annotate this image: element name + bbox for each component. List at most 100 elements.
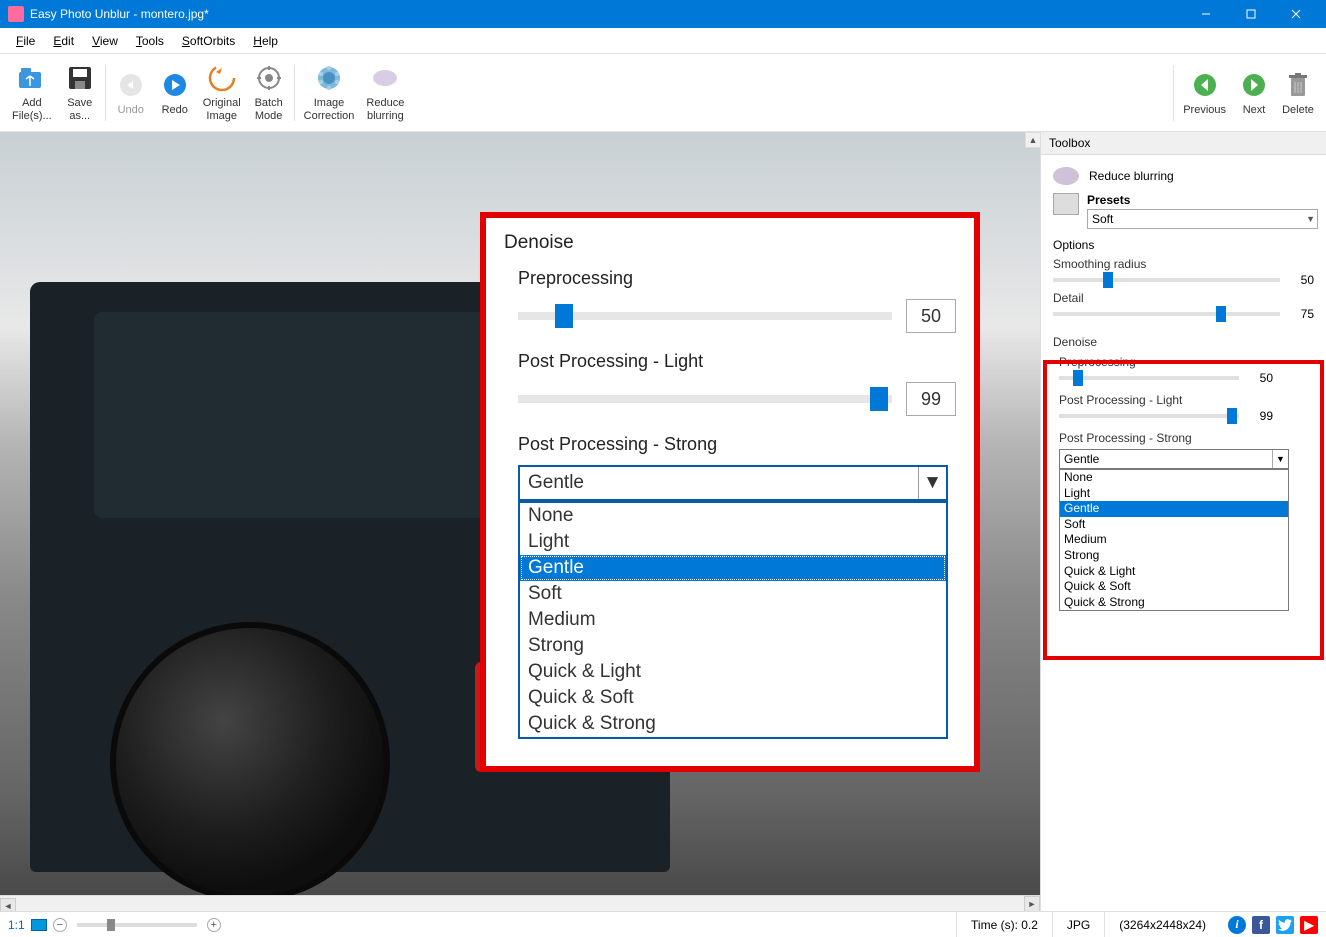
- add-files-icon: [16, 62, 48, 94]
- add-files-button[interactable]: Add File(s)...: [6, 57, 58, 129]
- horizontal-scrollbar[interactable]: ◄ ►: [0, 895, 1040, 911]
- dropdown-option[interactable]: Light: [520, 529, 946, 555]
- dropdown-option[interactable]: Quick & Soft: [520, 685, 946, 711]
- delete-button[interactable]: Delete: [1276, 57, 1320, 129]
- toolbox-panel: ▲ Toolbox Reduce blurring Presets Soft ▼…: [1040, 132, 1326, 911]
- image-correction-button[interactable]: Image Correction: [298, 57, 361, 129]
- menu-softorbits[interactable]: SoftOrbits: [174, 31, 243, 51]
- minimize-button[interactable]: [1183, 0, 1228, 28]
- dropdown-option[interactable]: Strong: [1060, 548, 1288, 564]
- chevron-down-icon: ▼: [918, 467, 946, 499]
- delete-icon: [1282, 69, 1314, 101]
- menu-help[interactable]: Help: [245, 31, 286, 51]
- dropdown-option[interactable]: Quick & Strong: [1060, 595, 1288, 611]
- redo-button[interactable]: Redo: [153, 57, 197, 129]
- undo-button: Undo: [109, 57, 153, 129]
- rp-postlight-value[interactable]: 99: [1245, 409, 1273, 423]
- toolbar-separator: [294, 65, 295, 121]
- presets-select[interactable]: Soft ▼: [1087, 209, 1318, 229]
- facebook-icon[interactable]: f: [1252, 916, 1270, 934]
- dropdown-option[interactable]: None: [520, 503, 946, 529]
- dropdown-option[interactable]: Gentle: [1060, 501, 1288, 517]
- smoothing-slider[interactable]: [1053, 278, 1280, 282]
- scroll-right-button[interactable]: ►: [1024, 896, 1040, 911]
- next-button[interactable]: Next: [1232, 57, 1276, 129]
- dropdown-option[interactable]: Quick & Light: [1060, 564, 1288, 580]
- status-time: Time (s): 0.2: [956, 912, 1052, 937]
- presets-label: Presets: [1087, 193, 1318, 207]
- scroll-up-button[interactable]: ▲: [1025, 132, 1041, 148]
- fit-screen-icon[interactable]: [31, 919, 47, 931]
- preprocessing-slider[interactable]: [518, 312, 892, 320]
- current-tool: Reduce blurring: [1049, 161, 1318, 191]
- postlight-value[interactable]: 99: [906, 382, 956, 416]
- twitter-icon[interactable]: [1276, 916, 1294, 934]
- status-dimensions: (3264x2448x24): [1104, 912, 1220, 937]
- dropdown-option[interactable]: Strong: [520, 633, 946, 659]
- correction-icon: [313, 62, 345, 94]
- undo-icon: [115, 69, 147, 101]
- zoom-ratio[interactable]: 1:1: [8, 918, 25, 932]
- poststrong-dropdown-list[interactable]: NoneLightGentleSoftMediumStrongQuick & L…: [518, 501, 948, 739]
- dropdown-option[interactable]: Soft: [520, 581, 946, 607]
- rp-poststrong-combo[interactable]: Gentle ▼: [1059, 449, 1289, 469]
- dropdown-option[interactable]: Medium: [520, 607, 946, 633]
- main-area: Denoise Preprocessing 50 Post Processing…: [0, 132, 1326, 911]
- overlay-title: Denoise: [504, 232, 956, 254]
- detail-value[interactable]: 75: [1286, 307, 1314, 321]
- menu-view[interactable]: View: [84, 31, 126, 51]
- poststrong-combo[interactable]: Gentle ▼: [518, 465, 948, 501]
- zoom-in-button[interactable]: +: [207, 918, 221, 932]
- dropdown-option[interactable]: Quick & Light: [520, 659, 946, 685]
- save-as-button[interactable]: Save as...: [58, 57, 102, 129]
- menu-file[interactable]: File: [8, 31, 43, 51]
- info-icon[interactable]: i: [1228, 916, 1246, 934]
- detail-slider[interactable]: [1053, 312, 1280, 316]
- presets-icon: [1053, 193, 1079, 215]
- smoothing-value[interactable]: 50: [1286, 273, 1314, 287]
- toolbar: Add File(s)... Save as... Undo Redo Orig…: [0, 54, 1326, 132]
- reduce-blurring-button[interactable]: Reduce blurring: [360, 57, 410, 129]
- denoise-overlay: Denoise Preprocessing 50 Post Processing…: [480, 212, 980, 772]
- rp-poststrong-label: Post Processing - Strong: [1059, 431, 1308, 445]
- dropdown-option[interactable]: Medium: [1060, 532, 1288, 548]
- batch-mode-button[interactable]: Batch Mode: [247, 57, 291, 129]
- dropdown-option[interactable]: Light: [1060, 486, 1288, 502]
- dropdown-option[interactable]: Quick & Strong: [520, 711, 946, 737]
- zoom-out-button[interactable]: −: [53, 918, 67, 932]
- youtube-icon[interactable]: ▶: [1300, 916, 1318, 934]
- chevron-down-icon: ▼: [1272, 450, 1288, 468]
- poststrong-label: Post Processing - Strong: [518, 434, 956, 455]
- postlight-slider[interactable]: [518, 395, 892, 403]
- dropdown-option[interactable]: None: [1060, 470, 1288, 486]
- blur-icon: [1053, 167, 1079, 185]
- postlight-label: Post Processing - Light: [518, 351, 956, 372]
- denoise-section-label: Denoise: [1053, 335, 1308, 349]
- close-button[interactable]: [1273, 0, 1318, 28]
- smoothing-label: Smoothing radius: [1053, 257, 1314, 271]
- rp-postlight-slider[interactable]: [1059, 414, 1239, 418]
- zoom-slider[interactable]: [77, 923, 197, 927]
- window-title: Easy Photo Unblur - montero.jpg*: [30, 7, 1183, 21]
- rp-preproc-slider[interactable]: [1059, 376, 1239, 380]
- previous-button[interactable]: Previous: [1177, 57, 1232, 129]
- detail-label: Detail: [1053, 291, 1314, 305]
- toolbar-separator: [105, 65, 106, 121]
- rp-preproc-label: Preprocessing: [1059, 355, 1308, 369]
- original-image-button[interactable]: Original Image: [197, 57, 247, 129]
- preprocessing-value[interactable]: 50: [906, 299, 956, 333]
- dropdown-option[interactable]: Quick & Soft: [1060, 579, 1288, 595]
- dropdown-option[interactable]: Soft: [1060, 517, 1288, 533]
- scroll-left-button[interactable]: ◄: [0, 898, 16, 911]
- batch-icon: [253, 62, 285, 94]
- status-format: JPG: [1052, 912, 1104, 937]
- dropdown-option[interactable]: Gentle: [520, 555, 946, 581]
- rp-preproc-value[interactable]: 50: [1245, 371, 1273, 385]
- menu-edit[interactable]: Edit: [45, 31, 82, 51]
- image-viewport[interactable]: Denoise Preprocessing 50 Post Processing…: [0, 132, 1040, 911]
- rp-poststrong-list[interactable]: NoneLightGentleSoftMediumStrongQuick & L…: [1059, 469, 1289, 611]
- preprocessing-label: Preprocessing: [518, 268, 956, 289]
- menu-tools[interactable]: Tools: [128, 31, 172, 51]
- maximize-button[interactable]: [1228, 0, 1273, 28]
- app-icon: [8, 6, 24, 22]
